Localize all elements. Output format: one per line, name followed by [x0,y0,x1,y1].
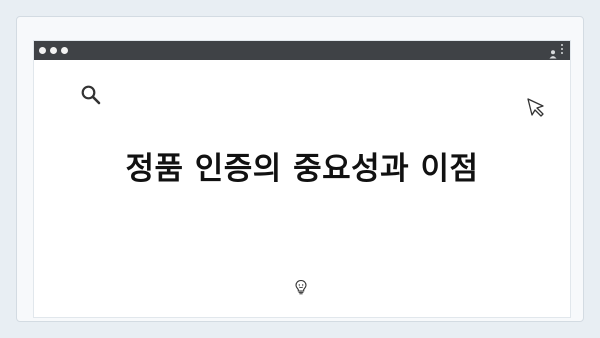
titlebar-actions [548,44,564,59]
browser-titlebar [34,41,570,60]
page-title: 정품 인증의 중요성과 이점 [125,151,479,187]
lightbulb-icon [294,279,308,295]
user-icon[interactable] [548,44,558,59]
search-icon[interactable] [80,84,102,106]
window-control-dot[interactable] [61,47,68,54]
kebab-menu-icon[interactable] [561,44,564,54]
browser-window: 정품 인증의 중요성과 이점 [34,41,570,317]
window-control-dot[interactable] [50,47,57,54]
cursor-icon [526,97,546,117]
window-controls [39,47,68,54]
window-control-dot[interactable] [39,47,46,54]
